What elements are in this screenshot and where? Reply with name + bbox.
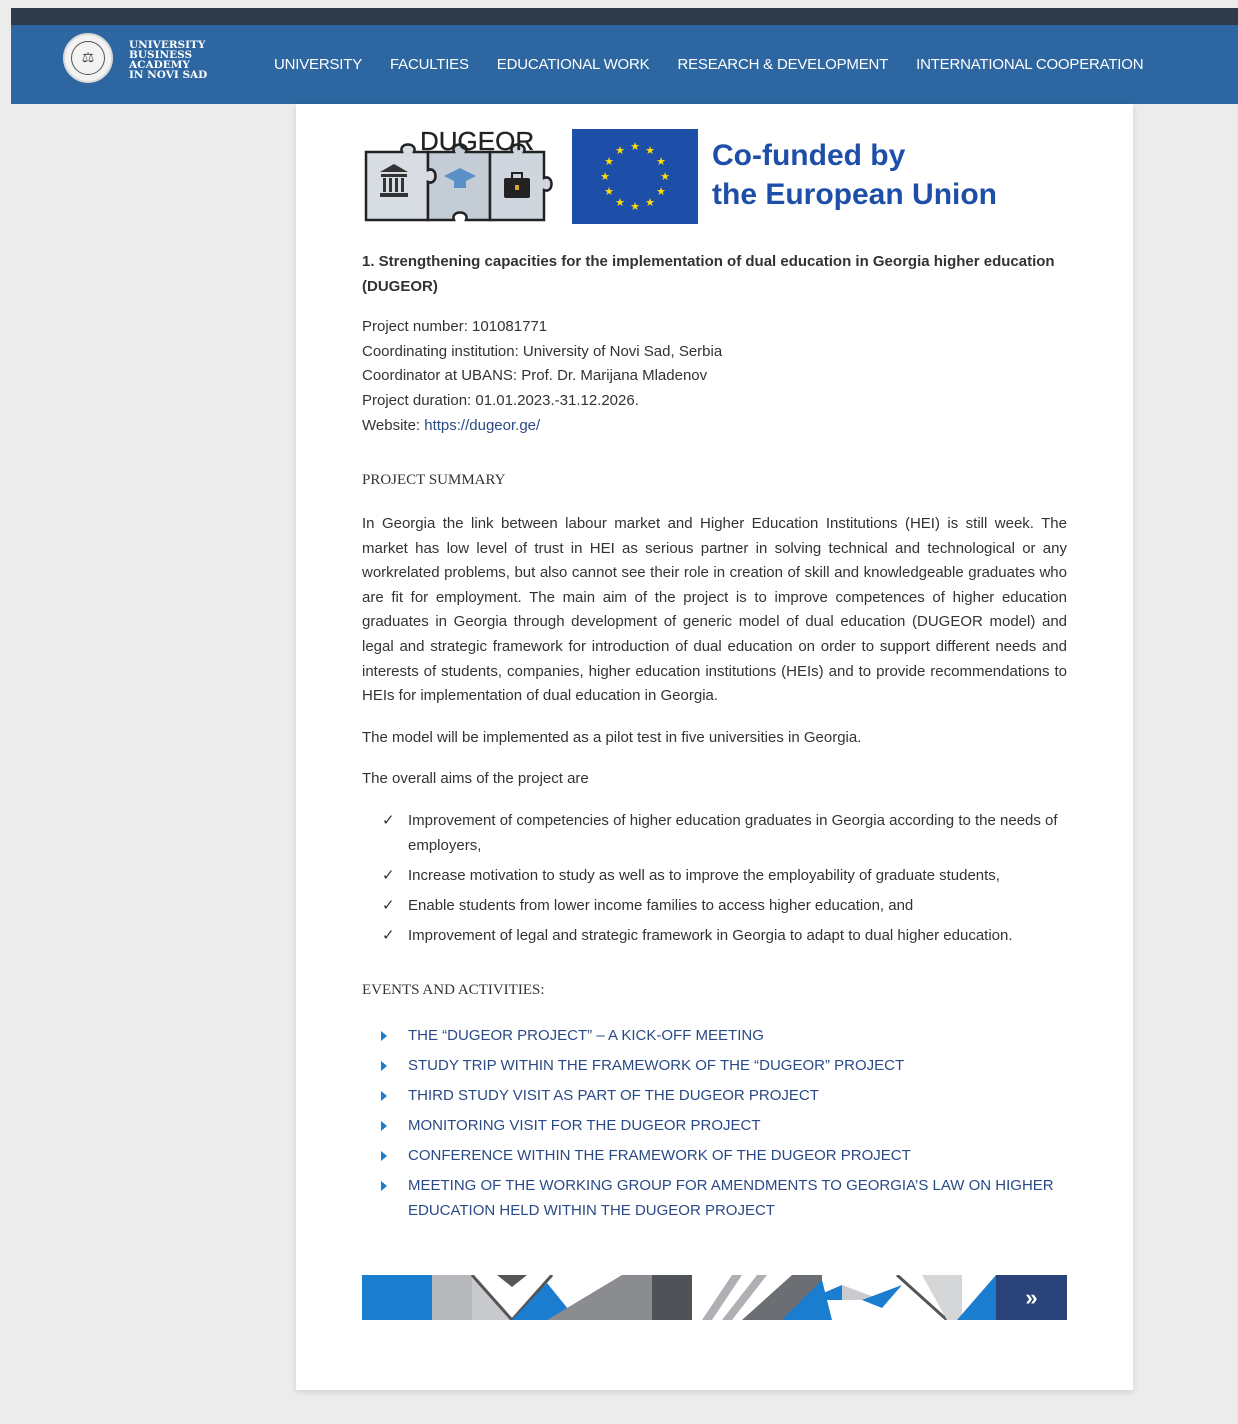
aims-list: ✓ Improvement of competencies of higher e…	[362, 809, 1067, 954]
main-navigation-bar: ⚖ UNIVERSITY BUSINESS ACADEMY IN NOVI SA…	[11, 25, 1238, 104]
aims-intro: The overall aims of the project are	[362, 770, 589, 787]
eu-star-icon: ★	[656, 186, 666, 198]
summary-paragraph: In Georgia the link between labour marke…	[362, 515, 1067, 705]
event-item: CONFERENCE WITHIN THE FRAMEWORK OF THE D…	[362, 1144, 1067, 1169]
aim-item: ✓ Increase motivation to study as well as…	[362, 864, 1067, 889]
nav-menu: UNIVERSITY FACULTIES EDUCATIONAL WORK RE…	[274, 25, 1171, 104]
eu-star-icon: ★	[656, 156, 666, 168]
event-item: THIRD STUDY VISIT AS PART OF THE DUGEOR …	[362, 1084, 1067, 1109]
nav-item-faculties[interactable]: FACULTIES	[390, 56, 469, 73]
pilot-paragraph: The model will be implemented as a pilot…	[362, 729, 862, 746]
top-dark-bar	[11, 8, 1238, 25]
coordinator: Coordinator at UBANS: Prof. Dr. Marijana…	[362, 367, 708, 385]
events-heading: EVENTS AND ACTIVITIES:	[362, 982, 545, 998]
eu-text-line2: the European Union	[712, 178, 997, 211]
checkmark-icon: ✓	[382, 926, 395, 944]
scales-emblem-icon: ⚖	[71, 41, 105, 75]
event-item: THE “DUGEOR PROJECT” – A KICK-OFF MEETIN…	[362, 1024, 1067, 1049]
eu-stars-ring: ★ ★★★★★★★★★★★	[600, 141, 670, 213]
decorative-footer-banner: »	[362, 1273, 1067, 1323]
triangle-bullet-icon	[381, 1090, 387, 1101]
aim-item: ✓ Enable students from lower income famil…	[362, 894, 1067, 919]
triangle-bullet-icon	[381, 1031, 387, 1041]
brand-name[interactable]: UNIVERSITY BUSINESS ACADEMY IN NOVI SAD	[129, 40, 208, 81]
aim-item: ✓ Improvement of competencies of higher e…	[362, 809, 1067, 858]
eu-star-icon: ★	[615, 197, 625, 209]
eu-star-icon: ★	[660, 171, 670, 183]
website-label: Website:	[362, 416, 425, 434]
checkmark-icon: ✓	[382, 812, 395, 829]
top-strip	[0, 0, 1238, 25]
triangle-bullet-icon	[381, 1060, 387, 1071]
project-website: Website: https://dugeor.ge/	[362, 414, 1067, 439]
eu-text-line1: Co-funded by	[712, 139, 906, 172]
eu-star-icon: ★	[604, 186, 614, 198]
eu-star-icon: ★	[600, 171, 610, 183]
project-title: 1. Strengthening capacities for the impl…	[362, 253, 1055, 295]
event-item: MEETING OF THE WORKING GROUP FOR AMENDME…	[362, 1174, 1067, 1223]
university-seal-logo[interactable]: ⚖	[63, 33, 113, 83]
project-banner: DUGEOR ★ ★ ★ ★ ★ ★ ★ ★ ★ ★ ★ ★ Co-funded…	[362, 128, 1067, 228]
aim-text: Increase motivation to study as well as …	[408, 866, 1000, 884]
dugeor-puzzle-logo: DUGEOR	[364, 128, 553, 222]
event-link-third-study-visit[interactable]: THIRD STUDY VISIT AS PART OF THE DUGEOR …	[408, 1087, 819, 1104]
website-link[interactable]: https://dugeor.ge/	[424, 417, 540, 434]
nav-item-university[interactable]: UNIVERSITY	[274, 56, 362, 73]
eu-star-icon: ★	[604, 156, 614, 168]
next-page-button[interactable]: »	[996, 1275, 1067, 1320]
nav-item-educational-work[interactable]: EDUCATIONAL WORK	[497, 56, 650, 73]
event-link-study-trip[interactable]: STUDY TRIP WITHIN THE FRAMEWORK OF THE “…	[408, 1057, 904, 1074]
project-info: Project number: 101081771 Coordinating i…	[362, 315, 1067, 439]
eu-star-icon: ★	[630, 141, 640, 153]
event-item: MONITORING VISIT FOR THE DUGEOR PROJECT	[362, 1114, 1067, 1139]
eu-star-icon: ★	[630, 201, 640, 213]
event-item: STUDY TRIP WITHIN THE FRAMEWORK OF THE “…	[362, 1054, 1067, 1079]
checkmark-icon: ✓	[382, 896, 395, 914]
event-link-conference[interactable]: CONFERENCE WITHIN THE FRAMEWORK OF THE D…	[408, 1147, 911, 1164]
event-link-monitoring-visit[interactable]: MONITORING VISIT FOR THE DUGEOR PROJECT	[408, 1117, 761, 1134]
eu-star-icon: ★	[645, 197, 655, 209]
nav-item-research-development[interactable]: RESEARCH & DEVELOPMENT	[677, 56, 888, 73]
project-duration: Project duration: 01.01.2023.-31.12.2026…	[362, 392, 639, 410]
aim-text: Improvement of competencies of higher ed…	[408, 812, 1058, 854]
triangle-bullet-icon	[381, 1120, 387, 1131]
aim-text: Improvement of legal and strategic frame…	[408, 926, 1013, 944]
eu-cofunded-text: Co-funded by the European Union	[712, 136, 997, 214]
project-summary-heading: PROJECT SUMMARY	[362, 472, 506, 488]
event-link-kickoff[interactable]: THE “DUGEOR PROJECT” – A KICK-OFF MEETIN…	[408, 1027, 764, 1044]
content-card: DUGEOR ★ ★ ★ ★ ★ ★ ★ ★ ★ ★ ★ ★ Co-funded…	[296, 104, 1133, 1390]
dugeor-logo-text: DUGEOR	[420, 128, 534, 156]
geometric-pattern	[362, 1273, 996, 1323]
triangle-bullet-icon	[381, 1150, 387, 1161]
project-number: Project number: 101081771	[362, 318, 548, 335]
eu-star-icon: ★	[615, 145, 625, 157]
eu-flag: ★ ★ ★ ★ ★ ★ ★ ★ ★ ★ ★ ★	[572, 129, 698, 224]
events-list: THE “DUGEOR PROJECT” – A KICK-OFF MEETIN…	[362, 1024, 1067, 1229]
eu-star-icon: ★	[645, 145, 655, 157]
aim-text: Enable students from lower income famili…	[408, 896, 914, 914]
event-link-working-group[interactable]: MEETING OF THE WORKING GROUP FOR AMENDME…	[408, 1177, 1054, 1219]
brand-line: IN NOVI SAD	[129, 69, 208, 81]
triangle-bullet-icon	[381, 1180, 387, 1191]
aim-item: ✓ Improvement of legal and strategic fram…	[362, 924, 1067, 949]
nav-item-international-cooperation[interactable]: INTERNATIONAL COOPERATION	[916, 56, 1143, 73]
checkmark-icon: ✓	[382, 866, 395, 884]
coordinating-institution: Coordinating institution: University of …	[362, 342, 723, 360]
